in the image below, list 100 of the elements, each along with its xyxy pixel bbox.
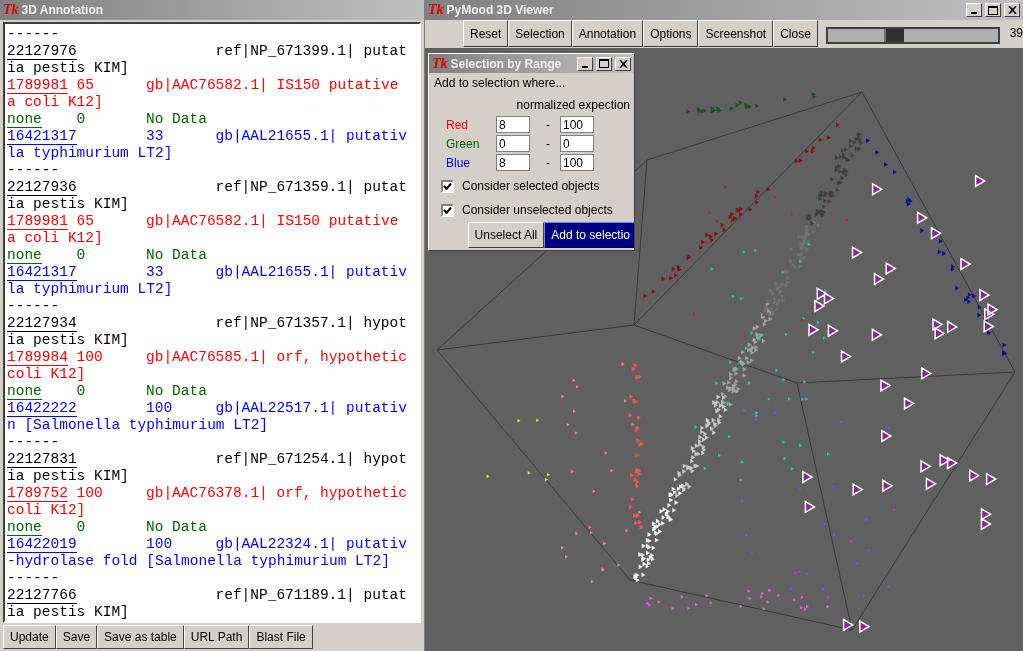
toolbar-button[interactable]: Annotation [571, 20, 644, 47]
score-text: 100 [146, 536, 173, 553]
description-text: -hydrolase fold [Salmonella typhimurium LT2] [7, 553, 390, 570]
gene-id-link[interactable]: 22127934 [7, 315, 77, 332]
min-field[interactable]: 8 [496, 116, 530, 133]
checkbox-label[interactable]: Consider selected objects [462, 179, 600, 193]
description-text: ref|NP_671189.1| putat [215, 587, 407, 604]
prompt-text: Add to selection where... [434, 76, 567, 90]
gene-id-link[interactable]: 16421317 [7, 128, 77, 145]
maximize-icon [988, 5, 998, 15]
close-icon [1007, 6, 1017, 14]
score-text: 33 [146, 264, 164, 281]
toolbar-button[interactable]: Options [643, 20, 699, 47]
score-text: 0 [76, 383, 86, 400]
window-title: 3D Annotation [21, 3, 105, 17]
score-text: 100 [146, 400, 173, 417]
max-field[interactable]: 100 [560, 116, 594, 133]
close-button[interactable] [1004, 3, 1020, 17]
toolbar-button[interactable]: Update [3, 625, 56, 649]
description-text: No Data [146, 519, 207, 536]
toolbar-button[interactable]: Save as table [97, 625, 184, 649]
minimize-icon [971, 12, 977, 14]
toolbar-button[interactable]: URL Path [183, 625, 250, 649]
close-icon [618, 59, 628, 68]
toolbar-button[interactable]: Blast File [249, 625, 313, 649]
channel-label: Red [446, 117, 469, 132]
description-text: gb|AAC76582.1| IS150 putative [146, 213, 399, 230]
toolbar-button[interactable]: Reset [463, 20, 509, 47]
checkbox[interactable] [441, 179, 454, 193]
maximize-icon [599, 59, 609, 68]
marker-cluster [486, 418, 550, 482]
range-dash: - [546, 136, 551, 151]
slider-value: 39 [1009, 26, 1023, 42]
toolbar-button[interactable]: Close [773, 20, 818, 47]
app-logo: Tk [3, 2, 19, 18]
gene-id-link[interactable]: 22127936 [7, 179, 77, 196]
gene-id-link[interactable]: 22127976 [7, 43, 77, 60]
checkbox[interactable] [441, 203, 454, 217]
gene-id-link[interactable]: 16422019 [7, 536, 77, 553]
dialog-button[interactable]: Unselect All [467, 222, 545, 248]
gene-id-link[interactable]: 1789984 [7, 349, 68, 366]
description-text: ia pestis KIM] [7, 60, 129, 77]
max-field[interactable]: 100 [560, 154, 594, 171]
min-field[interactable]: 0 [496, 135, 530, 152]
channel-label: Blue [446, 155, 472, 170]
range-dash: - [546, 117, 551, 132]
minimize-button[interactable] [577, 56, 593, 71]
column-header: normalized expection [516, 98, 630, 112]
gene-id-link[interactable]: 22127831 [7, 451, 77, 468]
checkbox-label[interactable]: Consider unselected objects [462, 203, 613, 217]
description-text: ia pestis KIM] [7, 604, 129, 621]
window-title: Selection by Range [450, 56, 563, 71]
description-text: ref|NP_671357.1| hypot [215, 315, 407, 332]
app-logo: Tk [432, 55, 448, 72]
gene-id-link[interactable]: 22127766 [7, 587, 77, 604]
dialog-button[interactable]: Add to selectio [544, 222, 634, 248]
description-text: la typhimurium LT2] [7, 281, 173, 298]
gene-id-link[interactable]: 1789981 [7, 213, 68, 230]
maximize-button[interactable] [596, 56, 612, 71]
description-text: gb|AAC76582.1| IS150 putative [146, 77, 399, 94]
toolbar-button[interactable]: Screenshot [698, 20, 774, 47]
description-text: ref|NP_671399.1| putat [215, 43, 407, 60]
gene-id-link[interactable]: none [7, 519, 42, 536]
gene-id-link[interactable]: 1789981 [7, 77, 68, 94]
gene-id-link[interactable]: 16421317 [7, 264, 77, 281]
score-text: 0 [76, 111, 86, 128]
description-text: n [Salmonella typhimurium LT2] [7, 417, 269, 434]
min-field[interactable]: 8 [496, 154, 530, 171]
description-text: ref|NP_671359.1| putat [215, 179, 407, 196]
gene-id-link[interactable]: none [7, 111, 42, 128]
description-text: ref|NP_671254.1| hypot [215, 451, 407, 468]
description-text: gb|AAL22324.1| putativ [215, 536, 407, 553]
score-text: 65 [76, 77, 94, 94]
slider-thumb[interactable] [884, 28, 905, 42]
gene-id-link[interactable]: 16422222 [7, 400, 77, 417]
gene-id-link[interactable]: none [7, 383, 42, 400]
gene-id-link[interactable]: none [7, 247, 42, 264]
description-text: coli K12] [7, 366, 86, 383]
description-text: gb|AAC76378.1| orf, hypothetic [146, 485, 408, 502]
description-text: ia pestis KIM] [7, 468, 129, 485]
description-text: ia pestis KIM] [7, 332, 129, 349]
separator-text: ------ [7, 162, 60, 179]
description-text: No Data [146, 383, 207, 400]
gene-id-link[interactable]: 1789752 [7, 485, 68, 502]
maximize-button[interactable] [985, 3, 1001, 17]
slider[interactable] [825, 26, 1000, 44]
score-text: 33 [146, 128, 164, 145]
description-text: gb|AAL21655.1| putativ [215, 128, 407, 145]
score-text: 0 [76, 247, 86, 264]
minimize-button[interactable] [966, 3, 982, 17]
max-field[interactable]: 0 [560, 135, 594, 152]
toolbar-button[interactable]: Selection [508, 20, 572, 47]
description-text: la typhimurium LT2] [7, 145, 173, 162]
score-text: 0 [76, 519, 86, 536]
description-text: gb|AAL21655.1| putativ [215, 264, 407, 281]
description-text: No Data [146, 111, 207, 128]
minimize-icon [582, 65, 588, 68]
close-button[interactable] [615, 56, 631, 71]
toolbar-button[interactable]: Save [55, 625, 98, 649]
separator-text: ------ [7, 434, 60, 451]
